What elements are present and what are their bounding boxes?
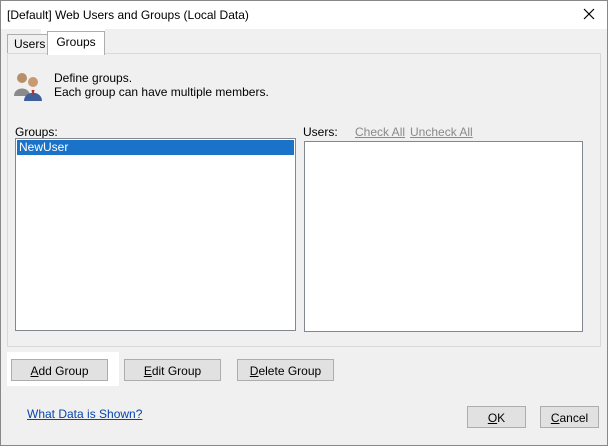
edit-group-button[interactable]: Edit Group bbox=[124, 359, 221, 381]
title-bar: [Default] Web Users and Groups (Local Da… bbox=[1, 1, 607, 29]
groups-label: Groups: bbox=[15, 125, 58, 139]
users-listbox[interactable] bbox=[304, 141, 583, 332]
add-group-button[interactable]: Add Group bbox=[11, 359, 108, 381]
check-all-link[interactable]: Check All bbox=[355, 125, 405, 139]
description-line-1: Define groups. bbox=[54, 71, 133, 85]
edit-group-mnemonic: E bbox=[143, 364, 152, 378]
description-line-2: Each group can have multiple members. bbox=[54, 85, 269, 99]
what-data-is-shown-link[interactable]: What Data is Shown? bbox=[27, 407, 142, 421]
groups-tab-panel: Define groups. Each group can have multi… bbox=[7, 53, 601, 347]
groups-listbox[interactable]: NewUser bbox=[15, 138, 296, 331]
tab-groups[interactable]: Groups bbox=[47, 31, 105, 55]
cancel-label: ancel bbox=[559, 411, 589, 425]
ok-label: K bbox=[497, 411, 506, 425]
ok-button[interactable]: OK bbox=[467, 406, 526, 428]
edit-group-label: dit Group bbox=[151, 364, 202, 378]
users-label: Users: bbox=[303, 125, 338, 139]
add-group-label: dd Group bbox=[38, 364, 89, 378]
dialog-window: [Default] Web Users and Groups (Local Da… bbox=[0, 0, 608, 446]
window-title: [Default] Web Users and Groups (Local Da… bbox=[7, 8, 249, 22]
ok-mnemonic: O bbox=[487, 411, 498, 425]
delete-group-button[interactable]: Delete Group bbox=[237, 359, 334, 381]
cancel-button[interactable]: Cancel bbox=[540, 406, 599, 428]
delete-group-label: elete Group bbox=[258, 364, 322, 378]
group-users-icon bbox=[12, 70, 44, 102]
close-icon[interactable] bbox=[581, 6, 597, 22]
list-item[interactable]: NewUser bbox=[17, 140, 294, 155]
tab-users[interactable]: Users bbox=[7, 34, 49, 54]
uncheck-all-link[interactable]: Uncheck All bbox=[410, 125, 473, 139]
